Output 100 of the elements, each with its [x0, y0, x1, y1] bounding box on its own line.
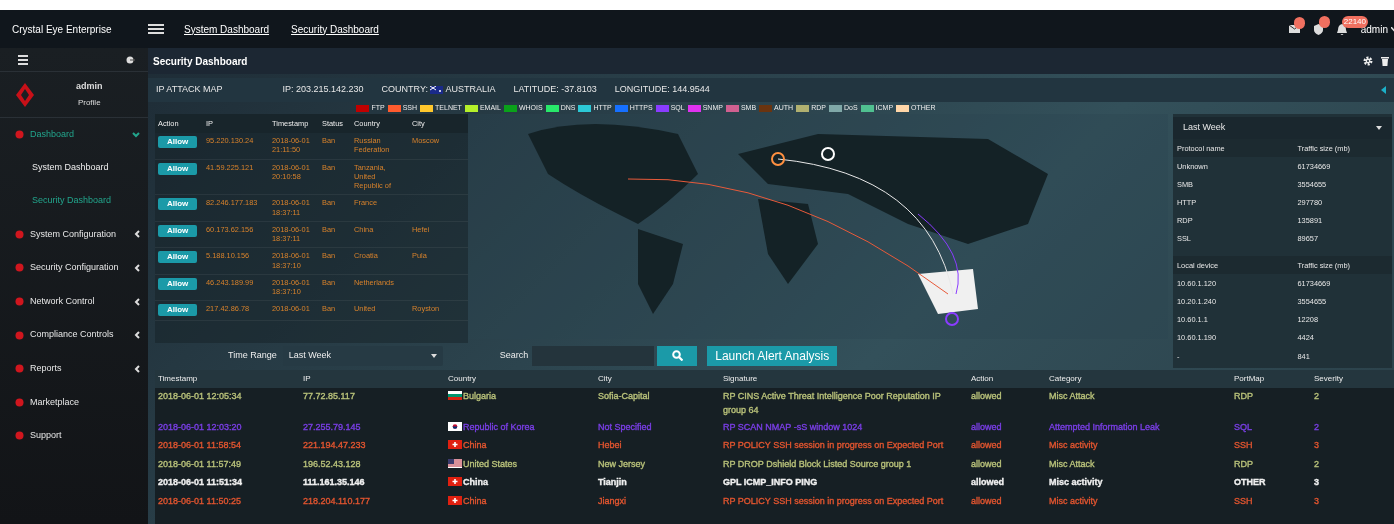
flag-icon — [448, 422, 462, 431]
notification-badge: 22140 — [1341, 15, 1368, 28]
table-cell: Misc activity — [1049, 440, 1098, 451]
table-cell: China — [463, 495, 487, 506]
table-cell: SQL — [1234, 422, 1252, 432]
table-cell: RP CINS Active Threat Intelligence Poor Reputation IP group 64 — [723, 391, 941, 415]
map-title: IP ATTACK MAP — [156, 83, 223, 97]
table-cell: SSH — [1234, 495, 1253, 506]
profile-link[interactable]: Profile — [77, 96, 101, 109]
sidebar-item[interactable]: System Configuration — [0, 217, 148, 252]
longitude: LONGITUDE: 144.9544 — [614, 83, 710, 97]
table-cell: SSH — [1234, 440, 1253, 451]
flag-icon — [448, 495, 462, 505]
column-header: Category — [1046, 370, 1231, 388]
latitude: LATITUDE: -37.8103 — [513, 83, 597, 97]
menu-icon[interactable] — [18, 53, 28, 66]
settings-icon[interactable] — [1363, 56, 1373, 66]
logout-icon[interactable] — [126, 55, 135, 64]
nav-link[interactable]: Security Dashboard — [291, 21, 379, 37]
table-cell: RP POLICY SSH session in progress on Expected Port — [723, 440, 944, 451]
sidebar-item[interactable]: Security Configuration — [0, 251, 148, 285]
notification-badge — [1293, 17, 1305, 29]
range-select[interactable]: Last Week — [1173, 117, 1392, 139]
column-header: Country — [445, 370, 595, 388]
field-label: Time Range — [228, 348, 277, 362]
country-label: COUNTRY: — [381, 83, 428, 97]
table-cell: 2018-06-01 11:57:49 — [158, 458, 241, 469]
column-header: PortMap — [1231, 370, 1311, 388]
submenu-item[interactable]: Security Dashboard — [0, 184, 148, 218]
dot-icon — [15, 364, 24, 374]
table-cell: Misc activity — [1049, 477, 1103, 488]
caret-icon — [430, 353, 437, 358]
dot-icon — [15, 297, 24, 307]
country-name: AUSTRALIA — [445, 83, 496, 97]
table-cell: 3 — [1314, 495, 1319, 506]
table-cell: Attempted Information Leak — [1049, 422, 1160, 432]
table-cell: allowed — [971, 495, 1002, 506]
user-name: admin — [76, 80, 103, 94]
nav-link[interactable]: System Dashboard — [184, 21, 270, 37]
page-title: Security Dashboard — [153, 54, 249, 69]
table-cell: 2018-06-01 11:50:25 — [158, 495, 241, 506]
sidebar-item[interactable]: Reports — [0, 351, 148, 386]
table-cell: United States — [463, 458, 518, 469]
sidebar-item[interactable]: Marketplace — [0, 385, 148, 420]
field-label: Search — [499, 348, 529, 362]
table-cell: 2018-06-01 12:03:20 — [158, 422, 242, 432]
notification-badge — [1318, 15, 1330, 28]
submenu-item[interactable]: System Dashboard — [0, 151, 148, 185]
ip-address: IP: 203.215.142.230 — [282, 83, 364, 97]
dot-icon — [15, 431, 24, 441]
logo-icon — [16, 82, 34, 107]
table-cell: RDP — [1234, 458, 1253, 469]
column-header: Action — [968, 370, 1046, 388]
table-cell: China — [463, 440, 487, 451]
table-cell: allowed — [971, 477, 1004, 488]
dot-icon — [15, 130, 24, 140]
shield-icon[interactable] — [1313, 23, 1323, 35]
sidebar-item[interactable]: Compliance Controls — [0, 318, 148, 352]
menu-icon[interactable] — [148, 23, 164, 35]
column-header: City — [595, 370, 720, 388]
bell-icon[interactable] — [1336, 23, 1347, 35]
dot-icon — [15, 263, 24, 273]
sidebar-item[interactable]: Network Control — [0, 284, 148, 319]
brand-name: Crystal Eye Enterprise — [11, 22, 113, 37]
table-cell: allowed — [971, 422, 1002, 432]
table-cell: Not Specified — [598, 422, 652, 432]
table-cell: RP SCAN NMAP -sS window 1024 — [723, 422, 863, 432]
table-cell: RDP — [1234, 391, 1253, 401]
sidebar-item[interactable]: Support — [0, 419, 148, 453]
table-cell: allowed — [971, 458, 1002, 469]
table-cell: 196.52.43.128 — [303, 458, 361, 469]
table-cell: Bulgaria — [463, 391, 497, 401]
table-cell: 3 — [1314, 477, 1319, 488]
column-header: Severity — [1311, 370, 1394, 388]
table-cell: OTHER — [1234, 477, 1266, 488]
caret-icon — [1376, 126, 1382, 130]
dot-icon — [15, 397, 24, 407]
dot-icon — [15, 229, 24, 239]
flag-icon — [448, 458, 462, 468]
collapse-icon[interactable] — [1381, 86, 1386, 94]
table-cell: allowed — [971, 440, 1002, 451]
table-cell: 77.72.85.117 — [303, 391, 355, 401]
table-cell: 2 — [1314, 391, 1319, 401]
table-cell: 2 — [1314, 422, 1319, 432]
flag-icon — [448, 391, 462, 400]
table-cell: 2018-06-01 11:51:34 — [158, 477, 243, 488]
dot-icon — [15, 330, 24, 340]
table-cell: 3 — [1314, 440, 1319, 451]
table-cell: RP DROP Dshield Block Listed Source group 1 — [723, 458, 912, 469]
table-cell: Republic of Korea — [463, 422, 535, 432]
sidebar-item[interactable]: Dashboard — [0, 118, 148, 152]
table-cell: New Jersey — [598, 458, 645, 469]
trash-icon[interactable] — [1381, 56, 1389, 66]
flag-icon — [448, 440, 462, 450]
table-cell: Tianjin — [598, 477, 627, 488]
table-cell: 27.255.79.145 — [303, 422, 361, 432]
flag-icon — [430, 86, 444, 94]
table-cell: 2018-06-01 11:58:54 — [158, 440, 241, 451]
table-cell: GPL ICMP_INFO PING — [723, 477, 818, 488]
search-button[interactable] — [657, 345, 698, 366]
